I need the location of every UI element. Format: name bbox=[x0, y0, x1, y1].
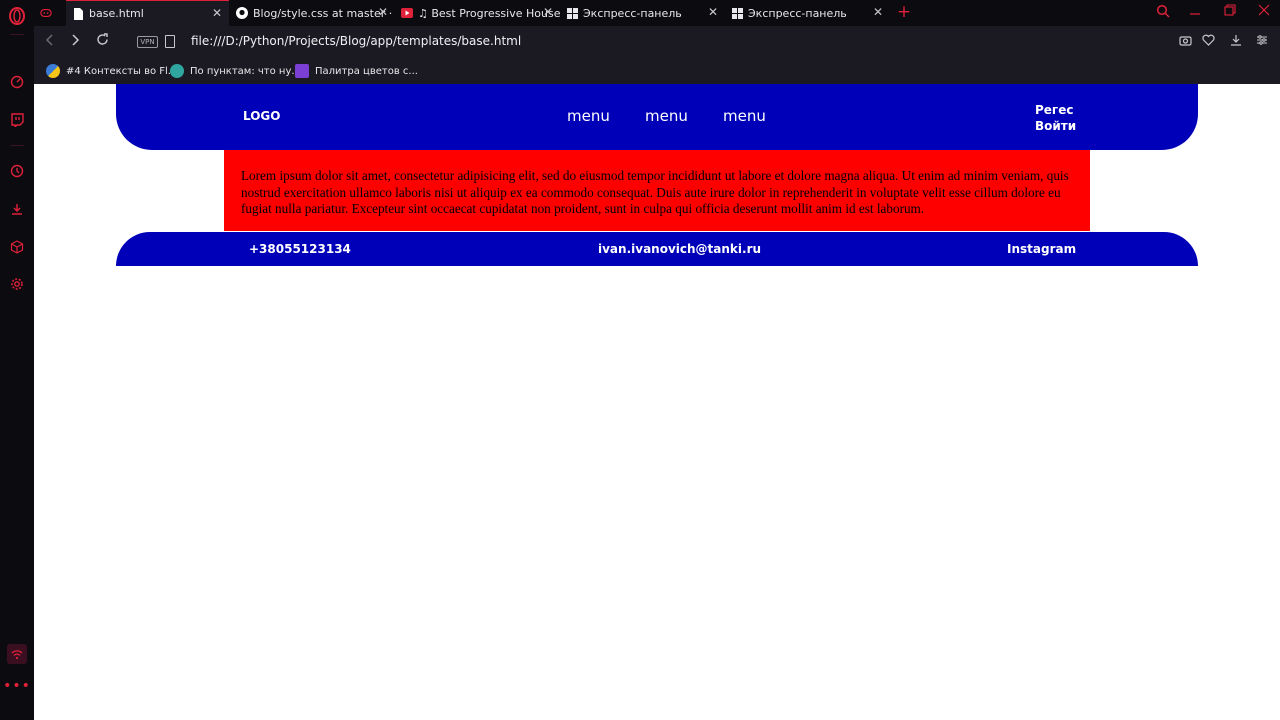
footer-instagram-link[interactable]: Instagram bbox=[1007, 242, 1076, 256]
tab-express-panel-2[interactable]: Экспресс-панель ✕ bbox=[725, 0, 890, 26]
history-icon[interactable] bbox=[7, 161, 27, 181]
bookmark-item[interactable]: По пунктам: что ну... bbox=[170, 62, 301, 80]
close-window-icon[interactable] bbox=[1255, 4, 1273, 22]
footer-email[interactable]: ivan.ivanovich@tanki.ru bbox=[598, 242, 761, 256]
grid-icon bbox=[566, 7, 578, 19]
tab-title: Blog/style.css at master · iN bbox=[253, 6, 395, 20]
menu-link-3[interactable]: menu bbox=[723, 107, 766, 125]
page-file-icon bbox=[165, 35, 175, 48]
wifi-icon[interactable] bbox=[7, 644, 27, 664]
url-input[interactable]: file:///D:/Python/Projects/Blog/app/temp… bbox=[191, 34, 521, 48]
close-tab-icon[interactable]: ✕ bbox=[211, 7, 223, 19]
easy-setup-icon[interactable] bbox=[1253, 33, 1271, 51]
tab-youtube[interactable]: ♫ Best Progressive House M ✕ bbox=[395, 0, 560, 26]
gamepad-icon bbox=[40, 7, 52, 19]
footer-phone[interactable]: +38055123134 bbox=[249, 242, 351, 256]
bookmark-label: Палитра цветов с... bbox=[315, 65, 418, 77]
twitch-icon[interactable] bbox=[7, 110, 27, 130]
speed-dial-icon[interactable] bbox=[7, 72, 27, 92]
login-link[interactable]: Войти bbox=[1035, 118, 1076, 134]
github-icon bbox=[236, 7, 248, 19]
forward-arrow-icon[interactable] bbox=[66, 33, 84, 51]
new-tab-plus-icon[interactable]: + bbox=[896, 3, 912, 21]
tab-github[interactable]: Blog/style.css at master · iN ✕ bbox=[230, 0, 395, 26]
more-options-icon[interactable]: ••• bbox=[3, 676, 30, 696]
register-link[interactable]: Регес bbox=[1035, 102, 1076, 118]
extensions-icon[interactable] bbox=[7, 237, 27, 257]
bookmark-item[interactable]: #4 Контексты во Fl... bbox=[46, 62, 177, 80]
jpg-icon bbox=[295, 64, 309, 78]
settings-gear-icon[interactable] bbox=[7, 274, 27, 294]
file-icon bbox=[72, 7, 84, 20]
youtube-icon bbox=[401, 7, 413, 19]
restore-icon[interactable] bbox=[1221, 4, 1239, 22]
snapshot-camera-icon[interactable] bbox=[1176, 33, 1194, 51]
tab-express-panel-1[interactable]: Экспресс-панель ✕ bbox=[560, 0, 725, 26]
auth-links: Регес Войти bbox=[1035, 102, 1076, 134]
download-icon[interactable] bbox=[1227, 33, 1245, 51]
site-icon bbox=[170, 64, 184, 78]
tab-strip: base.html ✕ Blog/style.css at master · i… bbox=[34, 0, 1280, 26]
site-footer: +38055123134 ivan.ivanovich@tanki.ru Ins… bbox=[116, 232, 1198, 266]
tab-gamepad[interactable] bbox=[34, 0, 66, 26]
grid-icon bbox=[731, 7, 743, 19]
bookmark-label: #4 Контексты во Fl... bbox=[66, 65, 178, 77]
bookmarks-bar: #4 Контексты во Fl... По пунктам: что ну… bbox=[34, 58, 1280, 84]
back-arrow-icon[interactable] bbox=[41, 33, 59, 51]
page-viewport: LOGO menu menu menu Регес Войти Lorem ip… bbox=[34, 84, 1280, 720]
address-bar: VPN file:///D:/Python/Projects/Blog/app/… bbox=[34, 26, 1280, 58]
downloads-icon[interactable] bbox=[7, 199, 27, 219]
site-header: LOGO menu menu menu Регес Войти bbox=[116, 84, 1198, 150]
vpn-badge[interactable]: VPN bbox=[137, 36, 158, 48]
tab-title: base.html bbox=[89, 7, 144, 20]
heart-icon[interactable] bbox=[1199, 33, 1217, 51]
reload-icon[interactable] bbox=[93, 33, 111, 51]
tab-title: ♫ Best Progressive House M bbox=[418, 6, 560, 20]
sidebar-divider bbox=[10, 34, 24, 35]
python-icon bbox=[46, 64, 60, 78]
tab-base-html[interactable]: base.html ✕ bbox=[66, 0, 229, 26]
content-paragraph: Lorem ipsum dolor sit amet, consectetur … bbox=[241, 168, 1069, 216]
menu-link-1[interactable]: menu bbox=[567, 107, 610, 125]
opera-logo-icon[interactable] bbox=[7, 6, 27, 26]
close-tab-icon[interactable]: ✕ bbox=[707, 6, 719, 18]
close-tab-icon[interactable]: ✕ bbox=[872, 6, 884, 18]
main-content: Lorem ipsum dolor sit amet, consectetur … bbox=[224, 150, 1090, 231]
menu-link-2[interactable]: menu bbox=[645, 107, 688, 125]
browser-sidebar: ••• bbox=[0, 0, 34, 720]
close-tab-icon[interactable]: ✕ bbox=[377, 6, 389, 18]
bookmark-label: По пунктам: что ну... bbox=[190, 65, 301, 77]
search-tabs-icon[interactable] bbox=[1154, 4, 1172, 22]
minimize-icon[interactable] bbox=[1186, 4, 1204, 22]
tab-title: Экспресс-панель bbox=[748, 6, 847, 20]
tab-title: Экспресс-панель bbox=[583, 6, 682, 20]
close-tab-icon[interactable]: ✕ bbox=[542, 6, 554, 18]
bookmark-item[interactable]: Палитра цветов с... bbox=[295, 62, 418, 80]
site-logo[interactable]: LOGO bbox=[243, 109, 280, 123]
sidebar-divider bbox=[10, 145, 24, 146]
